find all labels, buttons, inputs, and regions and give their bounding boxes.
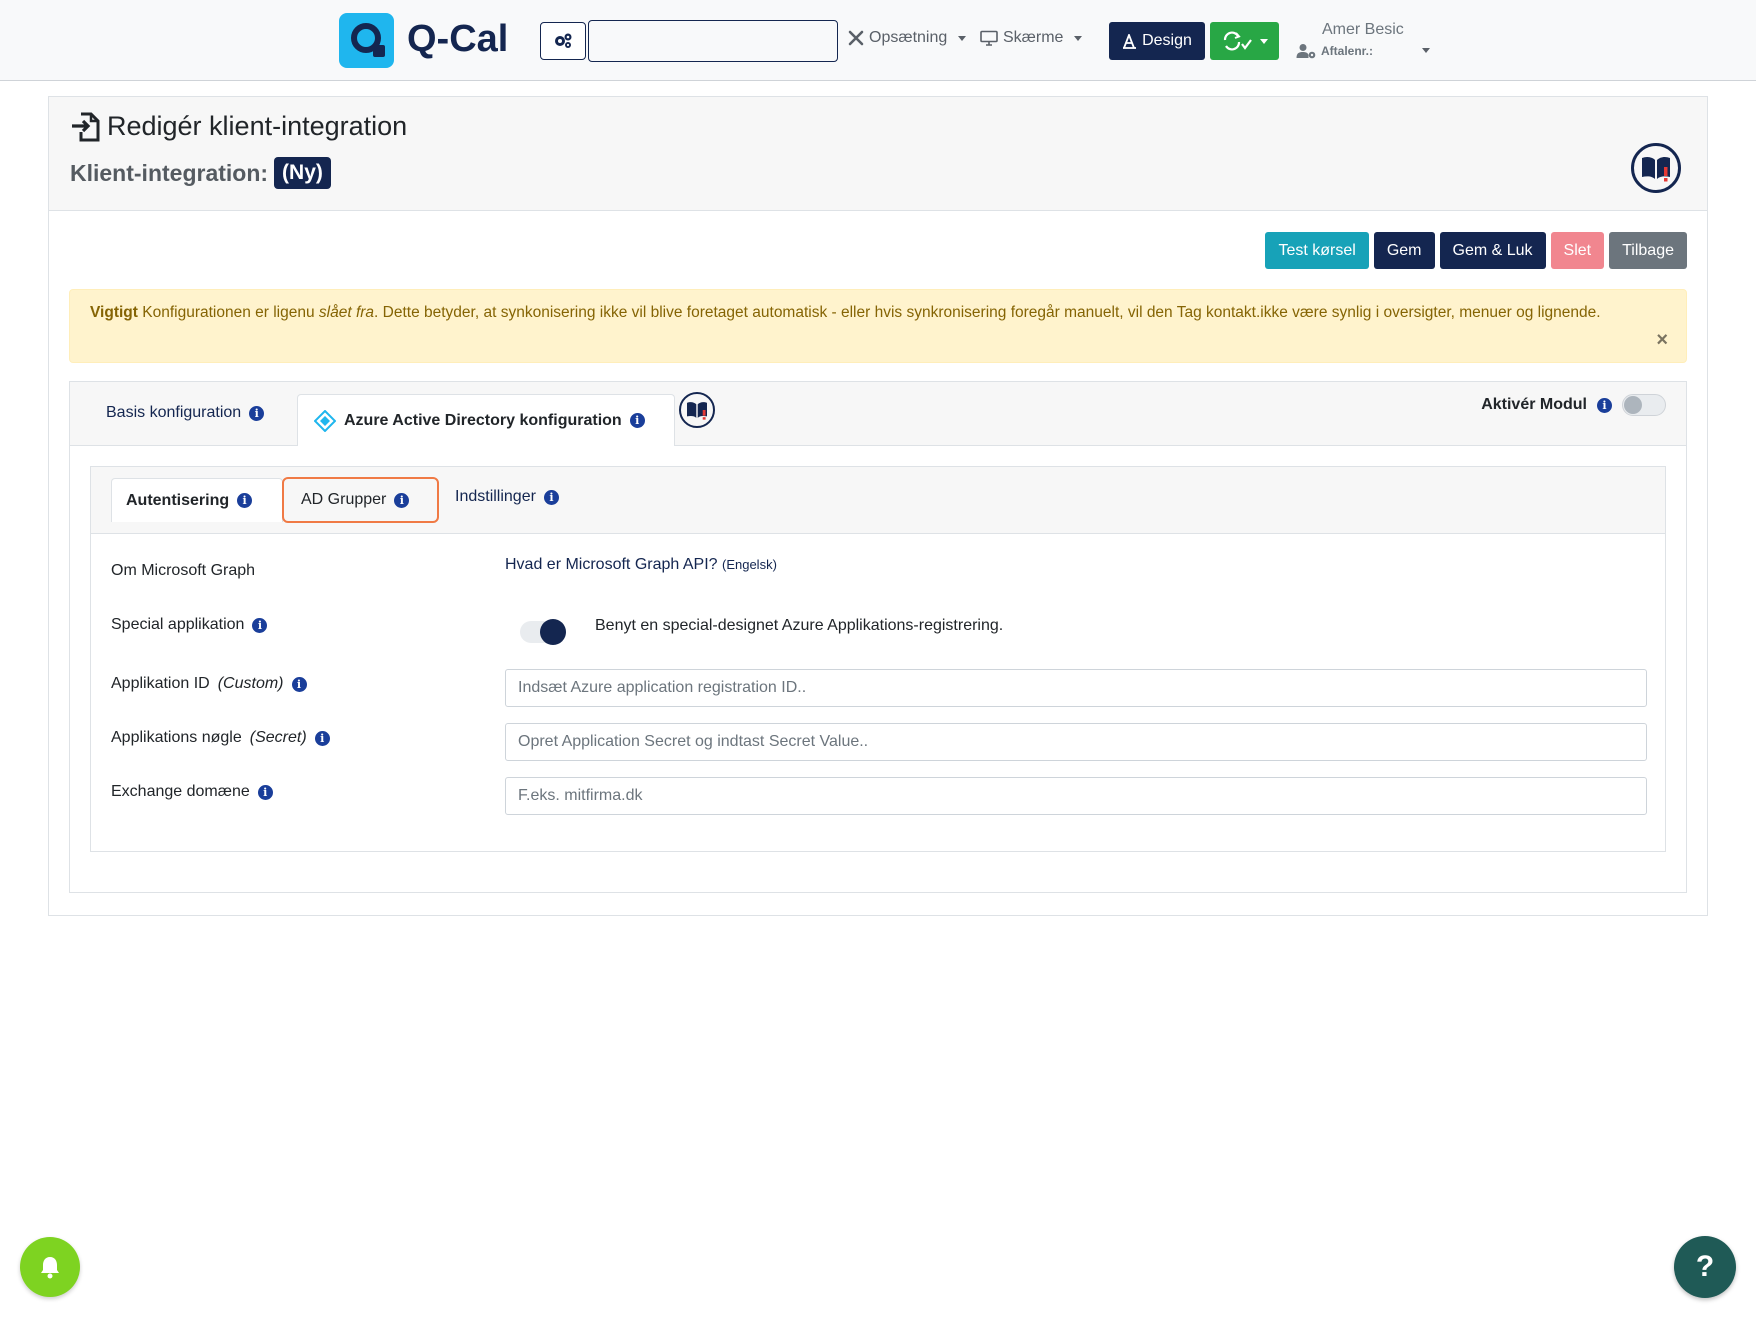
status-badge: (Ny) [274, 157, 331, 189]
tab-settings-label: Indstillinger [455, 488, 536, 505]
info-icon[interactable]: i [543, 489, 559, 505]
tab-azure-label: Azure Active Directory konfiguration [344, 411, 622, 429]
info-icon[interactable]: i [252, 617, 268, 633]
action-buttons: Test kørsel Gem Gem & Luk Slet Tilbage [1265, 232, 1687, 269]
info-icon[interactable]: i [1597, 397, 1612, 413]
user-cog-icon [1296, 44, 1316, 59]
qcal-logo-icon[interactable] [339, 13, 394, 68]
config-card: Basis konfiguration i Azure Active Direc… [69, 381, 1687, 893]
monitor-icon [980, 30, 998, 46]
delete-button[interactable]: Slet [1550, 232, 1605, 269]
azure-ad-icon [314, 409, 336, 432]
azure-config-panel: Autentisering i AD Grupper i Indstilling… [90, 466, 1666, 852]
help-button[interactable]: ? [1674, 1236, 1736, 1298]
app-id-label: Applikation ID [111, 675, 210, 692]
activate-module-toggle[interactable] [1622, 394, 1666, 416]
activate-module: Aktivér Modul i [1481, 394, 1666, 416]
screens-menu-label: Skærme [1003, 29, 1064, 46]
warning-alert: Vigtigt Konfigurationen er ligenu slået … [69, 289, 1687, 363]
special-app-label: Special applikation [111, 616, 245, 633]
sync-dropdown-button[interactable] [1210, 22, 1279, 60]
azure-docs-book-icon[interactable] [679, 392, 715, 428]
app-id-input[interactable] [505, 669, 1647, 707]
special-app-row-label: Special applikation i [111, 616, 268, 634]
user-account[interactable]: Aftalenr.: [1296, 43, 1373, 59]
tab-ad-groups[interactable]: AD Grupper i [282, 477, 439, 523]
tab-basis-configuration[interactable]: Basis konfiguration i [106, 404, 265, 422]
special-app-toggle[interactable] [520, 619, 566, 645]
tab-ad-groups-label: AD Grupper [301, 491, 387, 508]
save-close-button[interactable]: Gem & Luk [1439, 232, 1546, 269]
setup-menu[interactable]: Opsætning [848, 29, 967, 47]
user-name[interactable]: Amer Besic [1322, 21, 1404, 39]
config-tabs: Basis konfiguration i Azure Active Direc… [70, 382, 1686, 446]
screens-menu[interactable]: Skærme [980, 29, 1083, 47]
app-key-row-label: Applikations nøgle (Secret) i [111, 729, 330, 747]
card-header: Redigér klient-integration Klient-integr… [49, 97, 1707, 211]
info-icon[interactable]: i [249, 405, 265, 421]
tab-authentication[interactable]: Autentisering i [111, 478, 283, 522]
pencil-ruler-icon [1123, 33, 1137, 49]
azure-sub-tabs: Autentisering i AD Grupper i Indstilling… [91, 467, 1665, 534]
alert-strong: Vigtigt [90, 304, 138, 321]
chevron-down-icon [958, 35, 967, 41]
bell-icon [41, 1257, 59, 1279]
domain-row-label: Exchange domæne i [111, 783, 273, 801]
subtitle-label: Klient-integration: [70, 159, 269, 186]
file-import-icon [72, 112, 100, 141]
graph-link-text: Hvad er Microsoft Graph API? [505, 556, 718, 573]
integration-subtitle: Klient-integration: (Ny) [70, 157, 331, 189]
settings-gear-button[interactable] [540, 22, 586, 60]
gears-icon [555, 33, 572, 48]
tab-basis-label: Basis konfiguration [106, 404, 242, 421]
design-button[interactable]: Design [1109, 22, 1205, 60]
app-id-suffix: (Custom) [217, 675, 284, 692]
alert-text-1: Konfigurationen er ligenu [137, 304, 319, 321]
app-key-suffix: (Secret) [249, 729, 307, 746]
tools-icon [848, 30, 864, 46]
special-app-description: Benyt en special-designet Azure Applikat… [595, 617, 1004, 634]
page-title-text: Redigér klient-integration [107, 111, 408, 141]
account-number-label: Aftalenr.: [1321, 44, 1374, 58]
tab-azure-ad-configuration[interactable]: Azure Active Directory konfiguration i [297, 394, 675, 446]
logo-text[interactable]: Q-Cal [407, 18, 508, 61]
app-key-label: Applikations nøgle [111, 729, 242, 746]
alert-text-2: . Dette betyder, at synkonisering ikke v… [374, 304, 1601, 321]
info-icon[interactable]: i [394, 492, 410, 508]
sync-check-icon [1223, 31, 1252, 51]
main-card: Redigér klient-integration Klient-integr… [48, 96, 1708, 916]
domain-label: Exchange domæne [111, 783, 250, 800]
alert-emphasis: slået fra [318, 304, 375, 321]
info-icon[interactable]: i [314, 730, 330, 746]
chevron-down-icon [1259, 38, 1268, 44]
notifications-button[interactable] [20, 1237, 80, 1297]
design-button-label: Design [1142, 32, 1192, 49]
documentation-book-icon[interactable] [1631, 143, 1681, 193]
save-button[interactable]: Gem [1373, 232, 1435, 269]
activate-module-label: Aktivér Modul [1481, 396, 1587, 413]
chevron-down-icon [1074, 35, 1083, 41]
graph-link-language: (Engelsk) [721, 557, 777, 572]
search-input[interactable] [588, 20, 838, 62]
tab-settings[interactable]: Indstillinger i [455, 488, 559, 506]
graph-label: Om Microsoft Graph [111, 562, 256, 579]
info-icon[interactable]: i [291, 676, 307, 692]
info-icon[interactable]: i [237, 493, 253, 508]
graph-api-link[interactable]: Hvad er Microsoft Graph API? (Engelsk) [505, 556, 777, 574]
exchange-domain-input[interactable] [505, 777, 1647, 815]
app-key-input[interactable] [505, 723, 1647, 761]
close-icon[interactable]: × [1656, 328, 1668, 352]
info-icon[interactable]: i [257, 784, 273, 800]
tab-authentication-label: Autentisering [126, 491, 230, 509]
info-icon[interactable]: i [629, 413, 645, 428]
page-title: Redigér klient-integration [71, 111, 407, 142]
graph-row-label: Om Microsoft Graph [111, 562, 255, 580]
top-navbar: Q-Cal Opsætning Skærme Design Amer Besic… [0, 0, 1756, 81]
setup-menu-label: Opsætning [869, 29, 948, 46]
user-chevron-down-icon[interactable] [1422, 48, 1430, 53]
app-id-row-label: Applikation ID (Custom) i [111, 675, 307, 693]
test-run-button[interactable]: Test kørsel [1265, 232, 1369, 269]
back-button[interactable]: Tilbage [1609, 232, 1687, 269]
